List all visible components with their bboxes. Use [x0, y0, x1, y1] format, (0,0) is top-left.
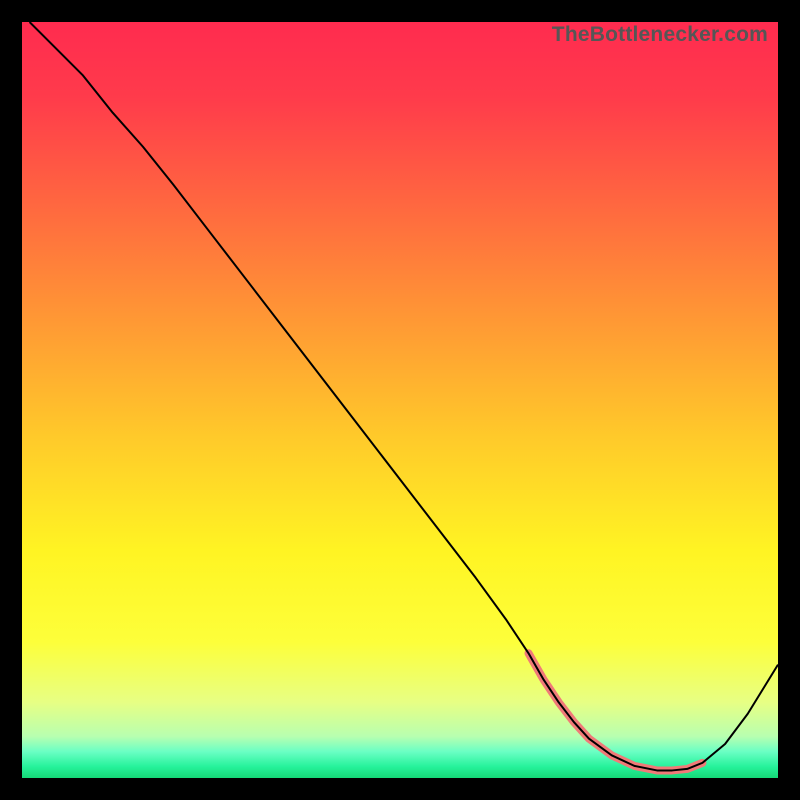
- chart-frame: TheBottlenecker.com: [22, 22, 778, 778]
- bottleneck-chart: [22, 22, 778, 778]
- watermark-text: TheBottlenecker.com: [552, 23, 768, 47]
- gradient-background: [22, 22, 778, 778]
